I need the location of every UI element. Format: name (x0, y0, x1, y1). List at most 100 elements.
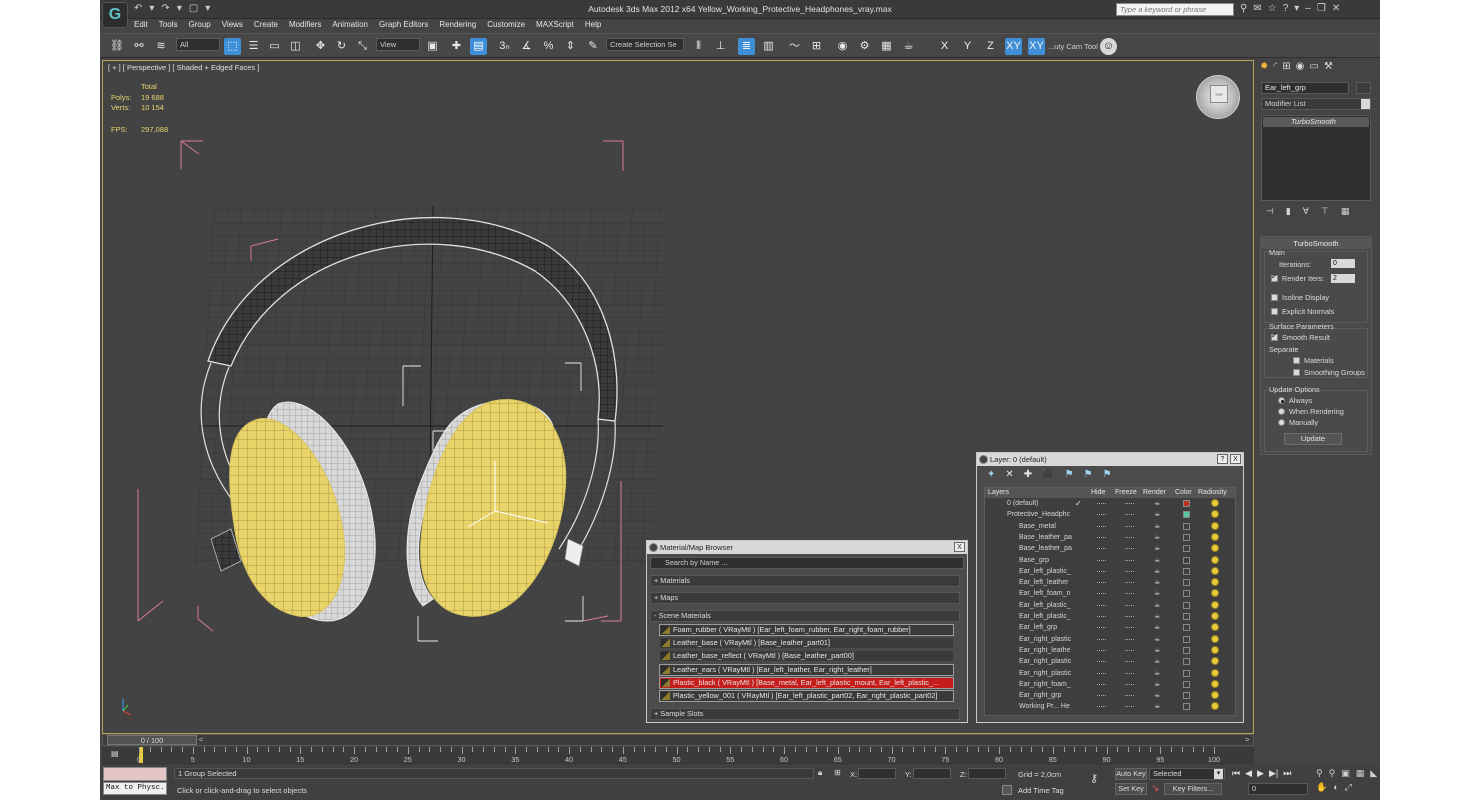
radiosity-bulb-icon[interactable] (1211, 691, 1219, 700)
material-editor-icon[interactable]: ◉ (834, 38, 851, 55)
cam-tool-label[interactable]: ...uty Cam Tool (1048, 38, 1102, 55)
freeze-all-layers-icon[interactable]: ⚑ (1103, 469, 1112, 480)
scene-material-item[interactable]: Foam_rubber ( VRayMtl ) [Ear_left_foam_r… (659, 624, 954, 636)
key-mode-icon[interactable]: ↘ (1151, 783, 1159, 794)
render-production-icon[interactable]: ☕ (900, 38, 917, 55)
freeze-toggle[interactable] (1125, 661, 1134, 663)
add-time-tag-label[interactable]: Add Time Tag (1018, 786, 1064, 795)
hide-toggle[interactable] (1097, 616, 1106, 617)
create-layer-icon[interactable]: ✦ (987, 469, 995, 480)
layer-color-swatch[interactable] (1183, 533, 1190, 541)
rotate-icon[interactable]: ↻ (333, 38, 350, 55)
layer-row[interactable]: Ear_left_foam_n ☕ (985, 588, 1235, 599)
layer-row[interactable]: Base_metal ☕ (985, 521, 1235, 532)
display-tab-icon[interactable]: ▭ (1309, 61, 1318, 72)
freeze-toggle[interactable] (1125, 695, 1134, 697)
layer-color-swatch[interactable] (1183, 567, 1190, 575)
render-teapot-icon[interactable]: ☕ (1154, 612, 1160, 621)
cam-tool-icon[interactable]: ☺ (1100, 38, 1117, 55)
hide-toggle[interactable] (1097, 525, 1106, 527)
communication-icon[interactable]: ✉ (1253, 3, 1261, 14)
field-of-view-icon[interactable]: ◣ (1370, 768, 1377, 779)
radiosity-bulb-icon[interactable] (1211, 657, 1219, 666)
layer-name[interactable]: Ear_left_plastic_ (1019, 600, 1073, 611)
render-teapot-icon[interactable]: ☕ (1154, 680, 1160, 689)
col-freeze[interactable]: Freeze (1115, 488, 1137, 498)
iterations-spinner[interactable]: 0 (1331, 259, 1355, 268)
make-unique-icon[interactable]: ∀ (1303, 206, 1309, 217)
radiosity-bulb-icon[interactable] (1211, 612, 1219, 620)
utilities-tab-icon[interactable]: ⚒ (1324, 61, 1333, 72)
hide-toggle[interactable] (1097, 672, 1106, 674)
hide-toggle[interactable] (1097, 695, 1106, 697)
window-crossing-icon[interactable]: ◫ (287, 38, 304, 55)
freeze-toggle[interactable] (1125, 503, 1134, 504)
render-teapot-icon[interactable]: ☕ (1154, 522, 1160, 531)
layer-color-swatch[interactable] (1183, 703, 1190, 711)
menu-help[interactable]: Help (585, 20, 601, 32)
maximize-viewport-icon[interactable]: ⤢ (1345, 782, 1352, 793)
smooth-result-checkbox[interactable] (1271, 331, 1278, 341)
selection-filter-dropdown[interactable]: All (176, 38, 220, 51)
layer-name[interactable]: Ear_right_plastic (1019, 668, 1073, 679)
highlight-layer-icon[interactable]: ⚑ (1065, 469, 1074, 480)
layer-color-swatch[interactable] (1183, 511, 1190, 519)
freeze-toggle[interactable] (1125, 570, 1134, 572)
radiosity-bulb-icon[interactable] (1211, 668, 1219, 677)
key-selection-set-dropdown[interactable]: Selected (1149, 768, 1225, 780)
curve-editor-icon[interactable]: 〜 (786, 38, 803, 55)
maps-section[interactable]: + Maps (650, 592, 960, 604)
layer-color-swatch[interactable] (1183, 579, 1190, 587)
go-to-end-icon[interactable]: ⏭ (1283, 768, 1291, 779)
help-icon[interactable]: ? (1283, 3, 1289, 14)
layer-color-swatch[interactable] (1183, 669, 1190, 677)
render-teapot-icon[interactable]: ☕ (1154, 589, 1160, 598)
layer-color-swatch[interactable] (1183, 545, 1190, 553)
named-selection-dropdown[interactable]: Create Selection Se (606, 38, 684, 51)
render-teapot-icon[interactable]: ☕ (1154, 544, 1160, 553)
render-iters-checkbox[interactable] (1271, 272, 1278, 282)
next-frame-icon[interactable]: ▶| (1269, 768, 1278, 779)
select-object-icon[interactable]: ⬚ (224, 38, 241, 55)
menu-maxscript[interactable]: MAXScript (536, 20, 574, 32)
layer-name[interactable]: Base_metal (1019, 521, 1073, 532)
hide-toggle[interactable] (1097, 503, 1106, 504)
add-time-tag-icon[interactable] (1002, 785, 1012, 795)
axis-xy-cycle-button[interactable]: XY (1028, 38, 1045, 55)
freeze-toggle[interactable] (1125, 514, 1134, 516)
show-end-result-icon[interactable]: ▮ (1286, 206, 1291, 217)
col-color[interactable]: Color (1175, 488, 1192, 498)
freeze-toggle[interactable] (1125, 638, 1134, 640)
zoom-all-icon[interactable]: ⚲ (1329, 768, 1336, 779)
percent-snap-icon[interactable]: % (540, 38, 557, 55)
layer-color-swatch[interactable] (1183, 624, 1190, 632)
z-coord-field[interactable] (968, 768, 1006, 779)
layer-close-button[interactable]: X (1230, 454, 1241, 464)
render-setup-icon[interactable]: ⚙ (856, 38, 873, 55)
radiosity-bulb-icon[interactable] (1211, 634, 1219, 643)
update-always-radio[interactable] (1278, 397, 1285, 404)
freeze-toggle[interactable] (1125, 672, 1134, 674)
mini-curve-editor-icon[interactable]: ▤ (111, 749, 125, 759)
viewcube[interactable]: TOP (1196, 75, 1240, 119)
motion-tab-icon[interactable]: ◉ (1296, 61, 1305, 72)
render-teapot-icon[interactable]: ☕ (1154, 578, 1160, 587)
absolute-mode-icon[interactable]: ⊞ (834, 768, 841, 777)
layer-color-swatch[interactable] (1183, 500, 1190, 507)
freeze-toggle[interactable] (1125, 525, 1134, 527)
radiosity-bulb-icon[interactable] (1211, 578, 1219, 587)
hide-toggle[interactable] (1097, 604, 1106, 606)
layer-name[interactable]: Ear_right_leathe (1019, 645, 1073, 656)
hide-toggle[interactable] (1097, 649, 1106, 651)
layer-name[interactable]: Working Pr... He (1019, 701, 1073, 712)
menu-edit[interactable]: Edit (134, 20, 148, 32)
bind-spacewarp-icon[interactable]: ≋ (152, 38, 170, 55)
menu-customize[interactable]: Customize (487, 20, 525, 32)
layer-name[interactable]: 0 (default) (1007, 498, 1073, 509)
layer-row[interactable]: Ear_right_foam_ ☕ (985, 679, 1235, 690)
render-teapot-icon[interactable]: ☕ (1154, 691, 1160, 700)
layer-row[interactable]: Working Pr... He ☕ (985, 701, 1235, 712)
layer-name[interactable]: Ear_left_grp (1019, 622, 1073, 633)
freeze-toggle[interactable] (1125, 604, 1134, 606)
layer-row[interactable]: 0 (default) ✓ ☕ (985, 498, 1235, 509)
